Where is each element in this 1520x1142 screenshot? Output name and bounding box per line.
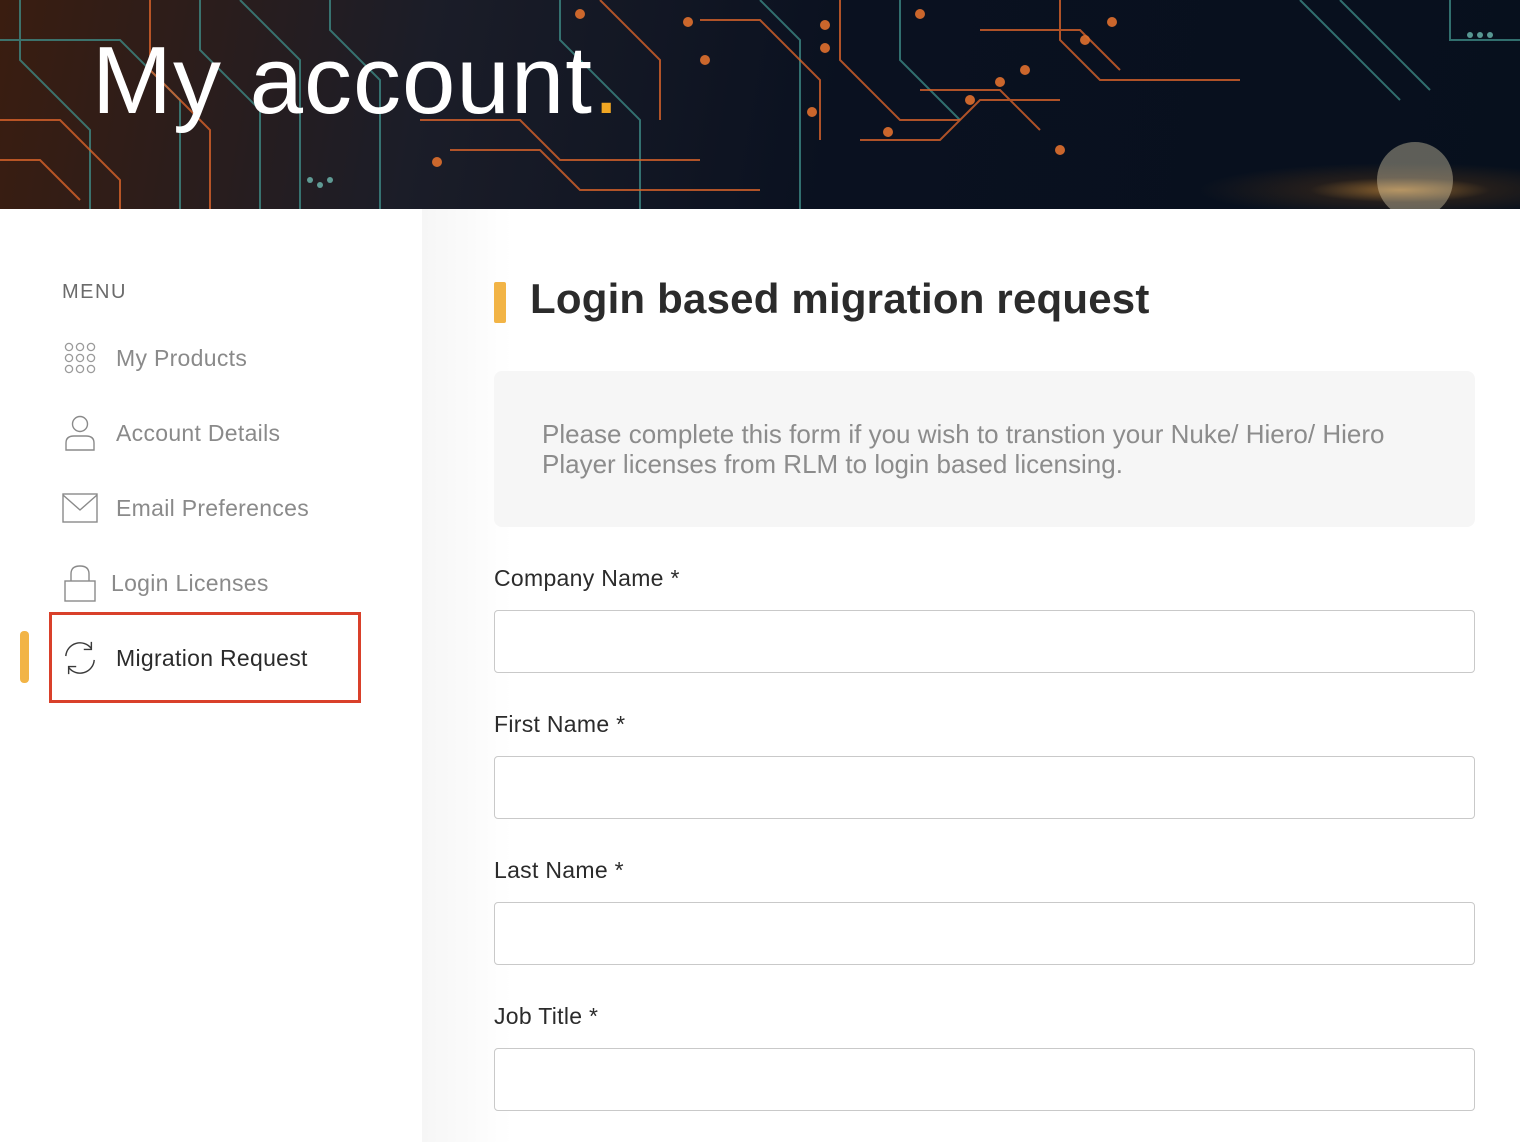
job-title-input[interactable] [494,1048,1475,1111]
last-name-input[interactable] [494,902,1475,965]
sidebar-item-label: Login Licenses [111,569,269,596]
selection-highlight-box [49,612,361,703]
sidebar-item-my-products[interactable]: My Products [62,333,247,383]
sidebar-item-account-details[interactable]: Account Details [62,408,280,458]
first-name-input[interactable] [494,756,1475,819]
company-name-label: Company Name * [494,565,680,591]
menu-heading: MENU [62,281,127,303]
info-box: Please complete this form if you wish to… [494,371,1475,527]
first-name-label: First Name * [494,711,626,737]
header-banner: My account. [0,0,1520,209]
sidebar-item-label: My Products [116,344,248,371]
sidebar: MENU My Products Account Details Email P… [0,209,422,1142]
banner-title-dot: . [592,27,621,134]
envelope-icon [62,490,98,526]
sidebar-item-login-licenses[interactable]: Login Licenses [62,558,269,608]
lock-icon [62,565,98,602]
sidebar-item-label: Email Preferences [116,494,310,521]
last-name-label: Last Name * [494,857,624,883]
sidebar-item-label: Account Details [116,419,281,446]
sidebar-item-email-preferences[interactable]: Email Preferences [62,483,309,533]
company-name-input[interactable] [494,610,1475,673]
page-banner-title: My account. [92,26,621,136]
title-accent-bar [494,282,506,323]
banner-title-text: My account [92,27,593,134]
grid-dots-icon [62,340,98,376]
active-indicator [20,631,29,683]
job-title-label: Job Title * [494,1003,599,1029]
main-content: Login based migration request Please com… [422,209,1520,1142]
user-icon [62,415,98,451]
page-title: Login based migration request [530,275,1150,322]
info-text: Please complete this form if you wish to… [542,419,1385,479]
